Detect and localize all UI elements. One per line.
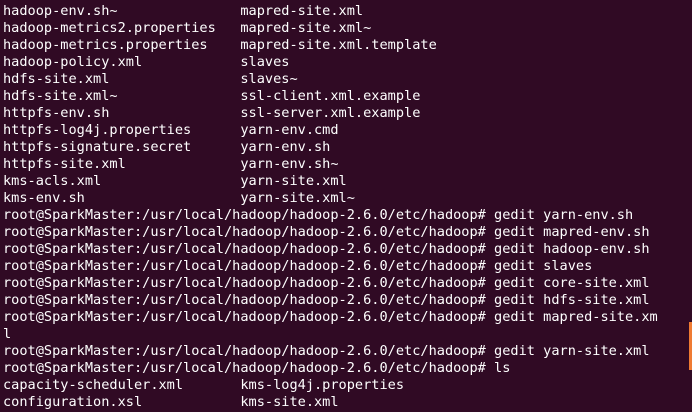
terminal-line: httpfs-log4j.properties yarn-env.cmd: [3, 122, 339, 138]
terminal-line: root@SparkMaster:/usr/local/hadoop/hadoo…: [3, 309, 658, 325]
terminal-line: root@SparkMaster:/usr/local/hadoop/hadoo…: [3, 275, 650, 291]
terminal-line: httpfs-signature.secret yarn-env.sh: [3, 139, 331, 155]
terminal-line: hadoop-metrics2.properties mapred-site.x…: [3, 20, 372, 36]
terminal-line: hadoop-metrics.properties mapred-site.xm…: [3, 37, 437, 53]
terminal-line: hadoop-policy.xml slaves: [3, 54, 290, 70]
terminal-line: root@SparkMaster:/usr/local/hadoop/hadoo…: [3, 292, 650, 308]
terminal-line: root@SparkMaster:/usr/local/hadoop/hadoo…: [3, 360, 511, 376]
terminal-line: kms-acls.xml yarn-site.xml: [3, 173, 347, 189]
terminal-line: httpfs-env.sh ssl-server.xml.example: [3, 105, 421, 121]
terminal-line: root@SparkMaster:/usr/local/hadoop/hadoo…: [3, 241, 650, 257]
terminal-line: kms-env.sh yarn-site.xml~: [3, 190, 355, 206]
terminal-output[interactable]: hadoop-env.sh~ mapred-site.xml hadoop-met…: [3, 3, 658, 411]
terminal-line: hadoop-env.sh~ mapred-site.xml: [3, 3, 364, 19]
terminal-line: hdfs-site.xml slaves~: [3, 71, 298, 87]
terminal-window[interactable]: hadoop-env.sh~ mapred-site.xml hadoop-met…: [0, 0, 692, 412]
terminal-line: root@SparkMaster:/usr/local/hadoop/hadoo…: [3, 224, 650, 240]
terminal-line: capacity-scheduler.xml kms-log4j.propert…: [3, 377, 405, 393]
terminal-line: root@SparkMaster:/usr/local/hadoop/hadoo…: [3, 207, 634, 223]
terminal-line: hdfs-site.xml~ ssl-client.xml.example: [3, 88, 421, 104]
terminal-line: l: [3, 326, 12, 342]
terminal-line: httpfs-site.xml yarn-env.sh~: [3, 156, 339, 172]
terminal-line: root@SparkMaster:/usr/local/hadoop/hadoo…: [3, 258, 593, 274]
terminal-line: configuration.xsl kms-site.xml: [3, 394, 339, 410]
terminal-line: root@SparkMaster:/usr/local/hadoop/hadoo…: [3, 343, 650, 359]
